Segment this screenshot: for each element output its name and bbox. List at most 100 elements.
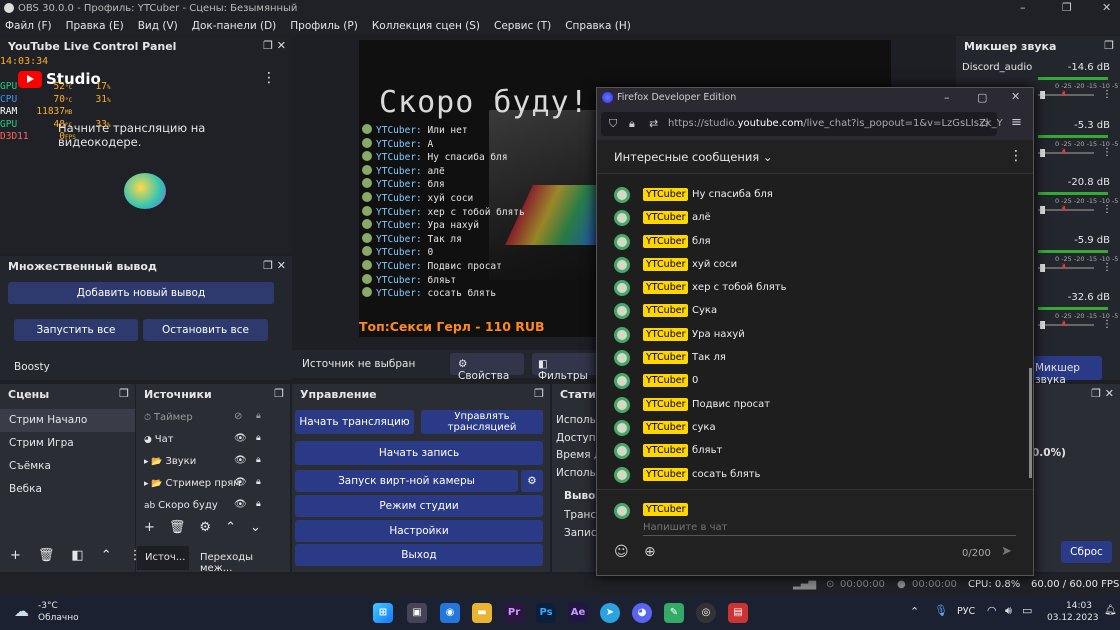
menu-item[interactable]: Док-панели (D) [192, 20, 277, 32]
start-all-button[interactable]: Запустить все [14, 319, 138, 341]
chat-message[interactable]: YTCuber Сука [597, 299, 1027, 322]
maximize-icon[interactable]: ▢ [977, 91, 987, 104]
scene-item[interactable]: Стрим Начало [0, 409, 135, 432]
microphone-icon[interactable]: 🎙︎ [934, 604, 948, 617]
chat-message[interactable]: YTCuber Ну спасиба бля [597, 183, 1027, 206]
close-icon[interactable]: ✕ [1011, 90, 1020, 103]
panel-close-icon[interactable]: ❐ ✕ [263, 39, 286, 52]
mixer-tab[interactable]: Микшер звука [1032, 356, 1102, 386]
explorer-icon[interactable]: ▬ [472, 603, 492, 623]
lock-icon[interactable]: 🔒︎ [629, 117, 635, 131]
menu-item[interactable]: Сервис (T) [494, 20, 551, 32]
panel-undock-icon[interactable]: ❐ [274, 387, 284, 400]
output-item-boosty[interactable]: Boosty [14, 361, 50, 373]
volume-slider-handle[interactable] [1040, 91, 1045, 99]
lock-icon[interactable]: 🔒︎ [256, 433, 261, 443]
editor-icon[interactable]: ✎ [664, 603, 684, 623]
properties-button[interactable]: ⚙ Свойства [450, 353, 524, 382]
photoshop-icon[interactable]: Ps [536, 603, 556, 623]
source-item[interactable]: ◕ Чат 👁︎ 🔒︎ [136, 430, 290, 452]
close-icon[interactable]: ✕ [1102, 1, 1111, 14]
add-output-button[interactable]: Добавить новый вывод [8, 282, 274, 304]
filters-button[interactable]: ◧ Фильтры [532, 353, 602, 382]
lock-icon[interactable]: 🔒︎ [256, 499, 261, 509]
volume-slider-handle[interactable] [1040, 321, 1045, 329]
firefox-taskbar-icon[interactable]: ◉ [440, 603, 460, 623]
volume-slider-handle[interactable] [1040, 206, 1045, 214]
more-icon[interactable]: ⋮ [1102, 262, 1112, 273]
panel-close-icon[interactable]: ❐ ✕ [263, 259, 286, 272]
more-icon[interactable]: ⋮ [262, 70, 276, 86]
scene-item[interactable]: Вебка [0, 478, 135, 501]
premiere-icon[interactable]: Pr [504, 603, 524, 623]
scene-item[interactable]: Съёмка [0, 455, 135, 478]
lock-icon[interactable]: 🔒︎ [256, 411, 261, 421]
vcam-settings-gear-icon[interactable]: ⚙ [521, 470, 543, 492]
source-item[interactable]: ⏱ Таймер ⊘ 🔒︎ [136, 408, 290, 430]
start-icon[interactable]: ⊞ [373, 603, 393, 623]
reset-button[interactable]: Сброс [1061, 541, 1112, 563]
eye-icon[interactable]: ⊘ [234, 411, 242, 422]
battery-icon[interactable]: ▭ [1022, 604, 1032, 617]
eye-icon[interactable]: 👁︎ [234, 477, 247, 488]
chat-message[interactable]: YTCuber бля [597, 230, 1027, 253]
add-icon[interactable]: + [144, 520, 155, 535]
chat-message[interactable]: YTCuber хуй соси [597, 253, 1027, 276]
chat-message[interactable]: YTCuber Так ля [597, 346, 1027, 369]
volume-slider-handle[interactable] [1040, 148, 1045, 157]
panel-undock-icon[interactable]: ❐ [534, 387, 544, 400]
chat-message[interactable]: YTCuber сосать блять [597, 463, 1027, 486]
maximize-icon[interactable]: ❐ [1062, 1, 1072, 14]
trash-icon[interactable]: 🗑 [169, 520, 186, 535]
chevron-up-icon[interactable]: ⌃ [101, 548, 112, 563]
source-item[interactable]: ab Скоро буду 👁︎ 🔒︎ [136, 496, 290, 518]
volume-icon[interactable]: 🔊︎ [1005, 604, 1012, 618]
mute-icon[interactable]: 🔇︎ [1062, 147, 1068, 157]
panel-close-icon[interactable]: ❐ ✕ [1091, 387, 1114, 400]
chat-message[interactable]: YTCuber Ура нахуй [597, 323, 1027, 346]
more-icon[interactable]: ⋮ [1102, 204, 1112, 215]
chevron-up-icon[interactable]: ⌃ [910, 605, 919, 618]
start-stream-button[interactable]: Начать трансляцию [295, 410, 414, 434]
minimize-icon[interactable]: – [1020, 1, 1026, 14]
more-icon[interactable]: ⋮ [1102, 319, 1112, 330]
settings-button[interactable]: Настройки [295, 520, 543, 542]
bookmark-star-icon[interactable]: ☆ [979, 116, 990, 130]
chat-input[interactable] [643, 520, 1016, 536]
filter-icon[interactable]: ◧ [71, 548, 83, 563]
eye-icon[interactable]: 👁︎ [234, 455, 247, 466]
notification-icon[interactable]: 🔔︎ [1104, 605, 1117, 616]
menu-item[interactable]: Коллекция сцен (S) [372, 20, 480, 32]
virtual-camera-button[interactable]: Запуск вирт-ной камеры [295, 470, 518, 492]
source-item[interactable]: ▸ 📂 Звуки 👁︎ 🔒︎ [136, 452, 290, 474]
panel-undock-icon[interactable]: ❐ [119, 387, 129, 400]
mute-icon[interactable]: 🔇︎ [1062, 204, 1068, 214]
exit-button[interactable]: Выход [295, 544, 543, 566]
more-icon[interactable]: ⋮ [1009, 148, 1023, 164]
permissions-icon[interactable]: ⇄ [649, 117, 658, 130]
chat-message[interactable]: YTCuber 0 [597, 369, 1027, 392]
tab-transitions[interactable]: Переходы меж... [194, 546, 290, 574]
chevron-down-icon[interactable]: ⌄ [250, 520, 261, 535]
app-icon[interactable]: ▤ [728, 603, 748, 623]
input-language[interactable]: РУС [957, 606, 975, 617]
chat-message[interactable]: YTCuber бляьт [597, 439, 1027, 462]
lock-icon[interactable]: 🔒︎ [256, 477, 261, 487]
chat-filter-dropdown[interactable]: Интересные сообщения ⌄ [614, 150, 773, 164]
telegram-icon[interactable]: ➤ [600, 603, 620, 623]
more-icon[interactable]: ⋮ [1102, 89, 1112, 100]
emoji-icon[interactable]: ☺ [614, 544, 629, 560]
minimize-icon[interactable]: – [944, 91, 950, 104]
panel-undock-icon[interactable]: ❐ [1104, 39, 1114, 52]
source-item[interactable]: ▸ 📂 Стример прям 👁︎ 🔒︎ [136, 474, 290, 496]
more-icon[interactable]: ⋮ [1102, 147, 1112, 158]
chevron-up-icon[interactable]: ⌃ [225, 520, 236, 535]
mute-icon[interactable]: 🔇︎ [1062, 262, 1068, 272]
after-effects-icon[interactable]: Ae [568, 603, 588, 623]
chat-message[interactable]: YTCuber хер с тобой блять [597, 276, 1027, 299]
chat-message[interactable]: YTCuber Подвис просат [597, 393, 1027, 416]
mute-icon[interactable]: 🔇︎ [1062, 89, 1068, 99]
trash-icon[interactable]: 🗑 [38, 548, 55, 563]
menu-item[interactable]: Файл (F) [5, 20, 52, 32]
manage-stream-button[interactable]: Управлять трансляцией [421, 410, 543, 434]
